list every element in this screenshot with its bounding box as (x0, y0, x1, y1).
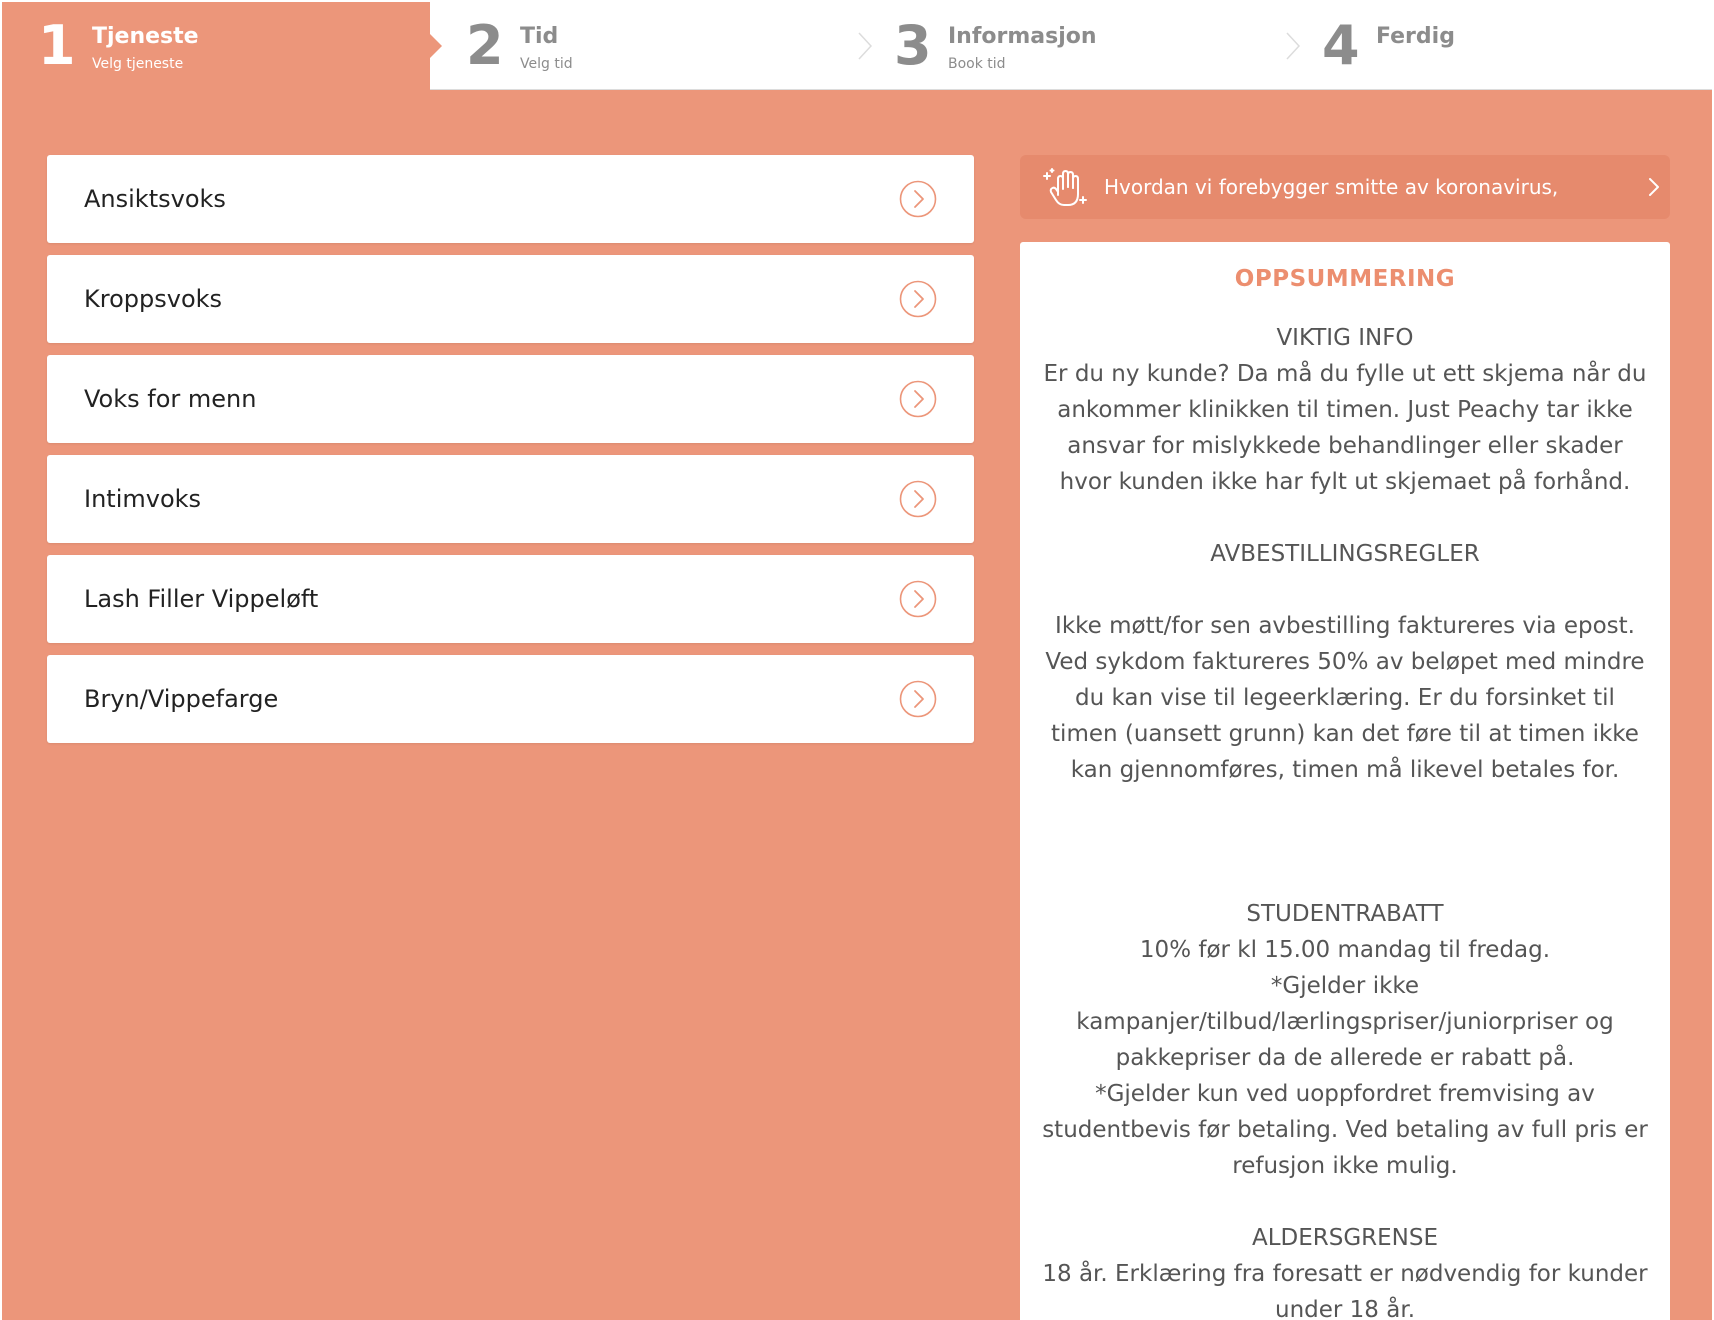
studentrabatt-line: 10% før kl 15.00 mandag til fredag. (1139, 937, 1551, 963)
service-item-ansiktsvoks[interactable]: Ansiktsvoks (47, 155, 974, 243)
step-number: 4 (1322, 14, 1360, 77)
chevron-right-icon (1649, 178, 1659, 196)
studentrabatt-line: *Gjelder kun ved uoppfordret fremvising … (1042, 1081, 1648, 1179)
summary-body: VIKTIG INFO Er du ny kunde? Da må du fyl… (1040, 320, 1650, 1320)
step-subtitle: Book tid (948, 56, 1006, 72)
studentrabatt-heading: STUDENTRABATT (1246, 901, 1444, 927)
service-label: Bryn/Vippefarge (84, 685, 279, 713)
corona-info-banner[interactable]: Hvordan vi forebygger smitte av koronavi… (1020, 155, 1670, 219)
service-label: Voks for menn (84, 385, 257, 413)
service-label: Ansiktsvoks (84, 185, 226, 213)
chevron-right-circle-icon[interactable] (899, 580, 937, 618)
step-chevron-icon (858, 32, 872, 60)
step-title: Tjeneste (92, 24, 199, 49)
studentrabatt-line: *Gjelder ikke kampanjer/tilbud/lærlingsp… (1076, 973, 1614, 1071)
viktig-info-heading: VIKTIG INFO (1276, 325, 1414, 351)
step-tjeneste[interactable]: 1 Tjeneste Velg tjeneste (2, 2, 442, 90)
step-title: Ferdig (1376, 24, 1455, 49)
banner-text: Hvordan vi forebygger smitte av koronavi… (1104, 175, 1559, 199)
step-tid[interactable]: 2 Tid Velg tid (430, 2, 859, 90)
chevron-right-circle-icon[interactable] (899, 380, 937, 418)
service-item-voks-for-menn[interactable]: Voks for menn (47, 355, 974, 443)
step-subtitle: Velg tid (520, 56, 573, 72)
chevron-right-circle-icon[interactable] (899, 180, 937, 218)
avbestillingsregler-heading: AVBESTILLINGSREGLER (1210, 541, 1480, 567)
booking-widget: 1 Tjeneste Velg tjeneste 2 Tid Velg tid … (2, 2, 1712, 1320)
avbestillingsregler-text: Ikke møtt/for sen avbestilling fakturere… (1045, 613, 1645, 783)
step-subtitle: Velg tjeneste (92, 56, 184, 72)
step-title: Tid (520, 24, 559, 49)
chevron-right-circle-icon[interactable] (899, 480, 937, 518)
service-item-bryn-vippefarge[interactable]: Bryn/Vippefarge (47, 655, 974, 743)
step-title: Informasjon (948, 24, 1097, 49)
step-informasjon[interactable]: 3 Informasjon Book tid (858, 2, 1287, 90)
summary-title: OPPSUMMERING (1234, 266, 1456, 292)
aldersgrense-text: 18 år. Erklæring fra foresatt er nødvend… (1042, 1261, 1648, 1320)
booking-stepper: 1 Tjeneste Velg tjeneste 2 Tid Velg tid … (2, 2, 1712, 90)
clean-hand-icon (1043, 168, 1087, 206)
step-number: 1 (38, 14, 76, 77)
service-list: Ansiktsvoks Kroppsvoks Voks for menn Int… (47, 155, 974, 755)
service-item-lash-filler-vippeloft[interactable]: Lash Filler Vippeløft (47, 555, 974, 643)
chevron-right-circle-icon[interactable] (899, 680, 937, 718)
chevron-right-circle-icon[interactable] (899, 280, 937, 318)
service-label: Intimvoks (84, 485, 202, 513)
service-item-kroppsvoks[interactable]: Kroppsvoks (47, 255, 974, 343)
service-label: Kroppsvoks (84, 285, 223, 313)
step-chevron-icon (1286, 32, 1300, 60)
step-number: 3 (894, 14, 932, 77)
viktig-info-text: Er du ny kunde? Da må du fylle ut ett sk… (1043, 361, 1647, 495)
aldersgrense-heading: ALDERSGRENSE (1251, 1225, 1439, 1251)
service-label: Lash Filler Vippeløft (84, 585, 319, 613)
service-item-intimvoks[interactable]: Intimvoks (47, 455, 974, 543)
step-number: 2 (466, 14, 504, 77)
summary-panel: OPPSUMMERING VIKTIG INFO Er du ny kunde?… (1020, 242, 1670, 1320)
step-ferdig[interactable]: 4 Ferdig (1286, 2, 1712, 90)
